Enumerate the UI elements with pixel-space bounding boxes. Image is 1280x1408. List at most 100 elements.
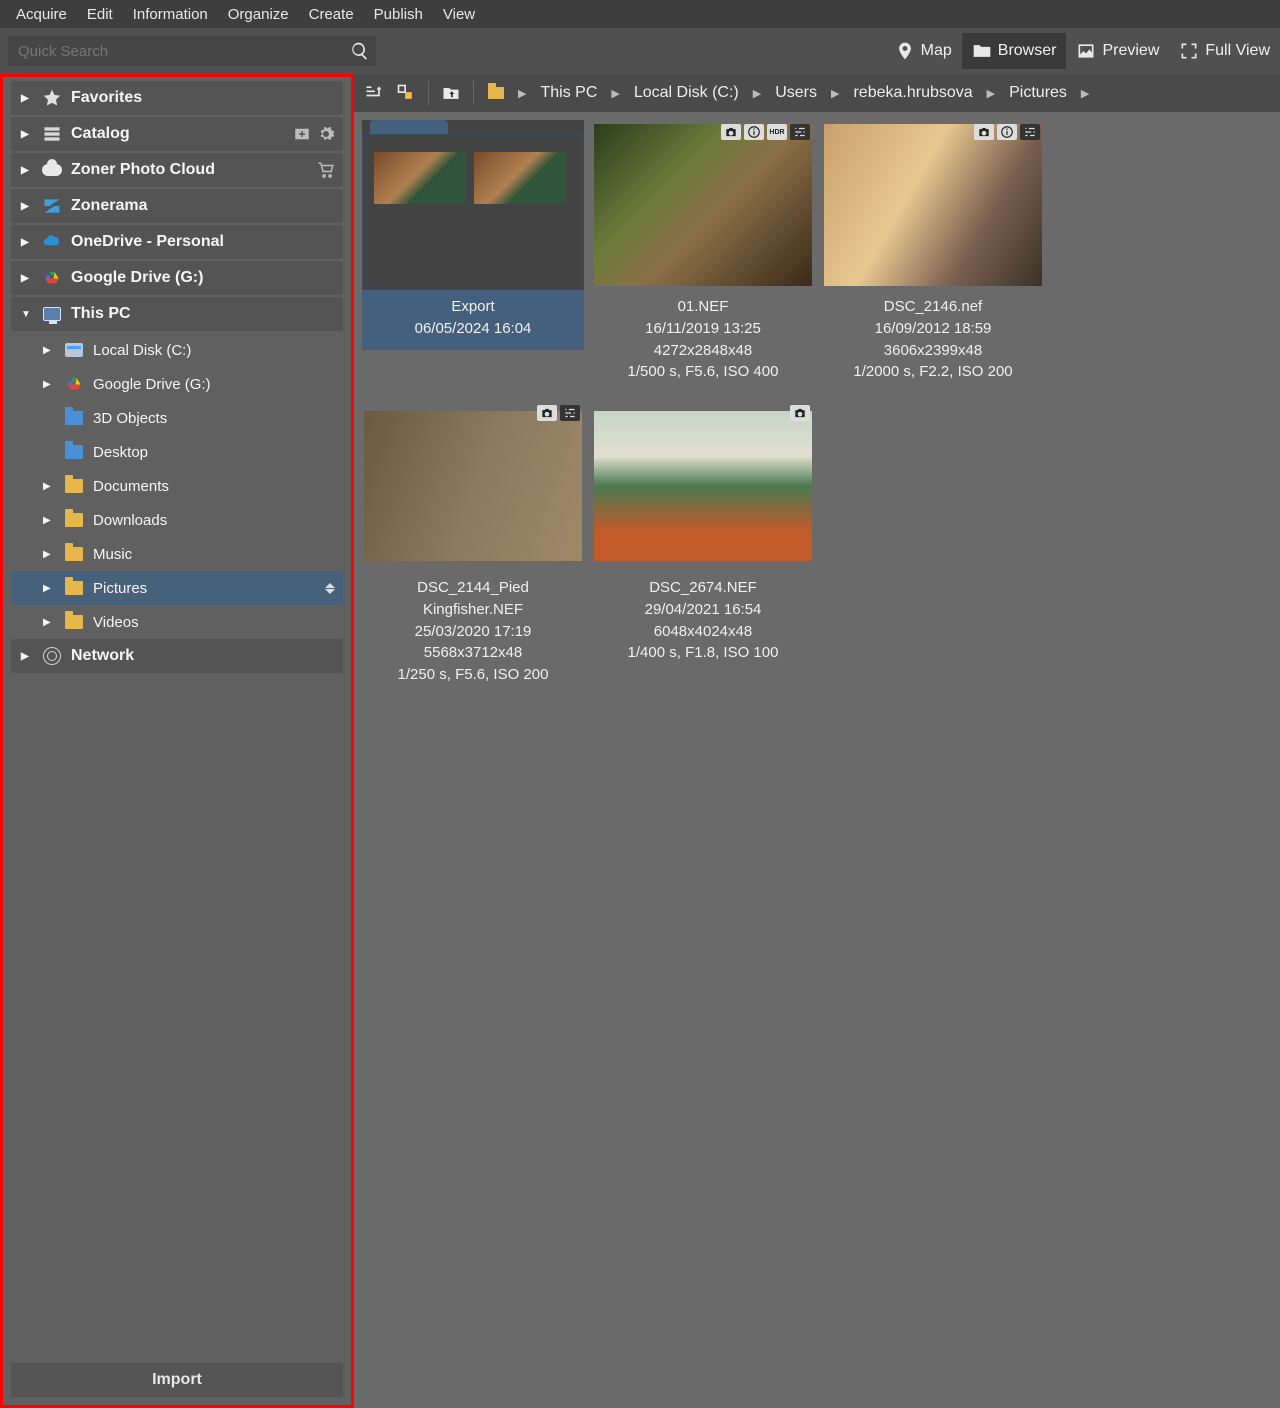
sliders-icon [790, 124, 810, 140]
tree-zoner-cloud[interactable]: ▶ Zoner Photo Cloud [11, 153, 343, 187]
expand-arrow-icon[interactable]: ▶ [43, 617, 55, 628]
separator [473, 81, 474, 105]
menu-acquire[interactable]: Acquire [6, 3, 77, 26]
folder-icon [63, 611, 85, 633]
thumb-dsc-2146[interactable]: DSC_2146.nef 16/09/2012 18:59 3606x2399x… [822, 120, 1044, 393]
viewmode-fullview-label: Full View [1205, 42, 1270, 60]
catalog-icon [41, 123, 63, 145]
tree-catalog[interactable]: ▶ Catalog [11, 117, 343, 151]
collapse-arrow-icon[interactable]: ▼ [21, 309, 33, 320]
info-icon [744, 124, 764, 140]
menu-information[interactable]: Information [123, 3, 218, 26]
menu-view[interactable]: View [433, 3, 485, 26]
tree-network[interactable]: ▶ Network [11, 639, 343, 673]
breadcrumb-local-disk[interactable]: Local Disk (C:) [628, 84, 745, 102]
select-all-button[interactable] [392, 79, 420, 107]
sort-indicator-icon[interactable] [325, 583, 335, 594]
tree-onedrive[interactable]: ▶ OneDrive - Personal [11, 225, 343, 259]
thumb-dimensions: 6048x4024x48 [596, 621, 810, 643]
thumb-name: DSC_2144_Pied Kingfisher.NEF [366, 577, 580, 621]
expand-arrow-icon[interactable]: ▶ [43, 549, 55, 560]
up-folder-button[interactable] [437, 79, 465, 107]
expand-arrow-icon[interactable]: ▶ [21, 165, 33, 176]
menu-publish[interactable]: Publish [364, 3, 433, 26]
viewmode-preview[interactable]: Preview [1066, 33, 1169, 69]
tree-label: This PC [71, 305, 131, 323]
search-button[interactable] [344, 36, 376, 66]
disk-icon [63, 339, 85, 361]
breadcrumb-pictures[interactable]: Pictures [1003, 84, 1073, 102]
menu-bar: Acquire Edit Information Organize Create… [0, 0, 1280, 28]
expand-arrow-icon[interactable]: ▶ [43, 515, 55, 526]
thumb-01-nef[interactable]: HDR 01.NEF 16/11/2019 13:25 4272x2848x48… [592, 120, 814, 393]
import-button[interactable]: Import [11, 1363, 343, 1397]
tree-documents[interactable]: ▶ Documents [11, 469, 343, 503]
viewmode-browser-label: Browser [998, 42, 1057, 60]
tree-label: Local Disk (C:) [93, 342, 191, 359]
sliders-icon [560, 405, 580, 421]
thumb-date: 16/09/2012 18:59 [826, 318, 1040, 340]
viewmode-browser[interactable]: Browser [962, 33, 1067, 69]
expand-arrow-icon[interactable]: ▶ [21, 651, 33, 662]
expand-arrow-icon[interactable]: ▶ [21, 273, 33, 284]
toolbar: Map Browser Preview Full View [0, 28, 1280, 74]
expand-arrow-icon[interactable]: ▶ [43, 379, 55, 390]
thumb-export-folder[interactable]: Export 06/05/2024 16:04 [362, 120, 584, 393]
tree-3d-objects[interactable]: 3D Objects [11, 401, 343, 435]
tree-label: Zonerama [71, 197, 147, 215]
folder-icon [63, 407, 85, 429]
gear-icon[interactable] [317, 125, 335, 143]
folder-icon [63, 543, 85, 565]
tree-label: Music [93, 546, 132, 563]
tree-favorites[interactable]: ▶ Favorites [11, 81, 343, 115]
expand-arrow-icon[interactable]: ▶ [21, 129, 33, 140]
tree-desktop[interactable]: Desktop [11, 435, 343, 469]
tree-music[interactable]: ▶ Music [11, 537, 343, 571]
tree-local-disk-c[interactable]: ▶ Local Disk (C:) [11, 333, 343, 367]
breadcrumb-users[interactable]: Users [769, 84, 823, 102]
camera-icon [790, 405, 810, 421]
folder-icon [63, 577, 85, 599]
expand-arrow-icon[interactable]: ▶ [21, 201, 33, 212]
folder-icon [63, 441, 85, 463]
expand-arrow-icon[interactable]: ▶ [43, 481, 55, 492]
chevron-right-icon: ▶ [1077, 87, 1093, 100]
search-input[interactable] [8, 36, 344, 66]
viewmode-fullview[interactable]: Full View [1169, 33, 1280, 69]
chevron-right-icon: ▶ [514, 87, 530, 100]
menu-create[interactable]: Create [299, 3, 364, 26]
expand-arrow-icon[interactable]: ▶ [43, 583, 55, 594]
menu-edit[interactable]: Edit [77, 3, 123, 26]
tree-zonerama[interactable]: ▶ Zonerama [11, 189, 343, 223]
tree-google-drive[interactable]: ▶ Google Drive (G:) [11, 261, 343, 295]
tree-pictures[interactable]: ▶ Pictures [11, 571, 343, 605]
network-icon [41, 645, 63, 667]
expand-arrow-icon[interactable]: ▶ [21, 93, 33, 104]
thumb-dsc-2674[interactable]: DSC_2674.NEF 29/04/2021 16:54 6048x4024x… [592, 401, 814, 696]
breadcrumb-this-pc[interactable]: This PC [534, 84, 603, 102]
cloud-icon [41, 159, 63, 181]
folder-icon [63, 509, 85, 531]
camera-icon [537, 405, 557, 421]
breadcrumb-user[interactable]: rebeka.hrubsova [847, 84, 978, 102]
expand-arrow-icon[interactable]: ▶ [43, 345, 55, 356]
expand-arrow-icon[interactable]: ▶ [21, 237, 33, 248]
tree-videos[interactable]: ▶ Videos [11, 605, 343, 639]
tree-label: 3D Objects [93, 410, 167, 427]
tree-this-pc[interactable]: ▼ This PC [11, 297, 343, 331]
add-catalog-icon[interactable] [293, 125, 311, 143]
sort-az-button[interactable] [360, 79, 388, 107]
view-mode-switcher: Map Browser Preview Full View [885, 28, 1280, 74]
pc-icon [41, 303, 63, 325]
fullscreen-icon [1179, 41, 1199, 61]
tree-google-drive-g[interactable]: ▶ Google Drive (G:) [11, 367, 343, 401]
thumb-dsc-2144[interactable]: DSC_2144_Pied Kingfisher.NEF 25/03/2020 … [362, 401, 584, 696]
viewmode-map[interactable]: Map [885, 33, 962, 69]
thumb-date: 06/05/2024 16:04 [366, 318, 580, 340]
cart-icon[interactable] [317, 161, 335, 179]
tree-label: Pictures [93, 580, 147, 597]
tree-downloads[interactable]: ▶ Downloads [11, 503, 343, 537]
breadcrumb-toolbar: ▶ This PC ▶ Local Disk (C:) ▶ Users ▶ re… [354, 74, 1280, 112]
camera-icon [721, 124, 741, 140]
menu-organize[interactable]: Organize [218, 3, 299, 26]
